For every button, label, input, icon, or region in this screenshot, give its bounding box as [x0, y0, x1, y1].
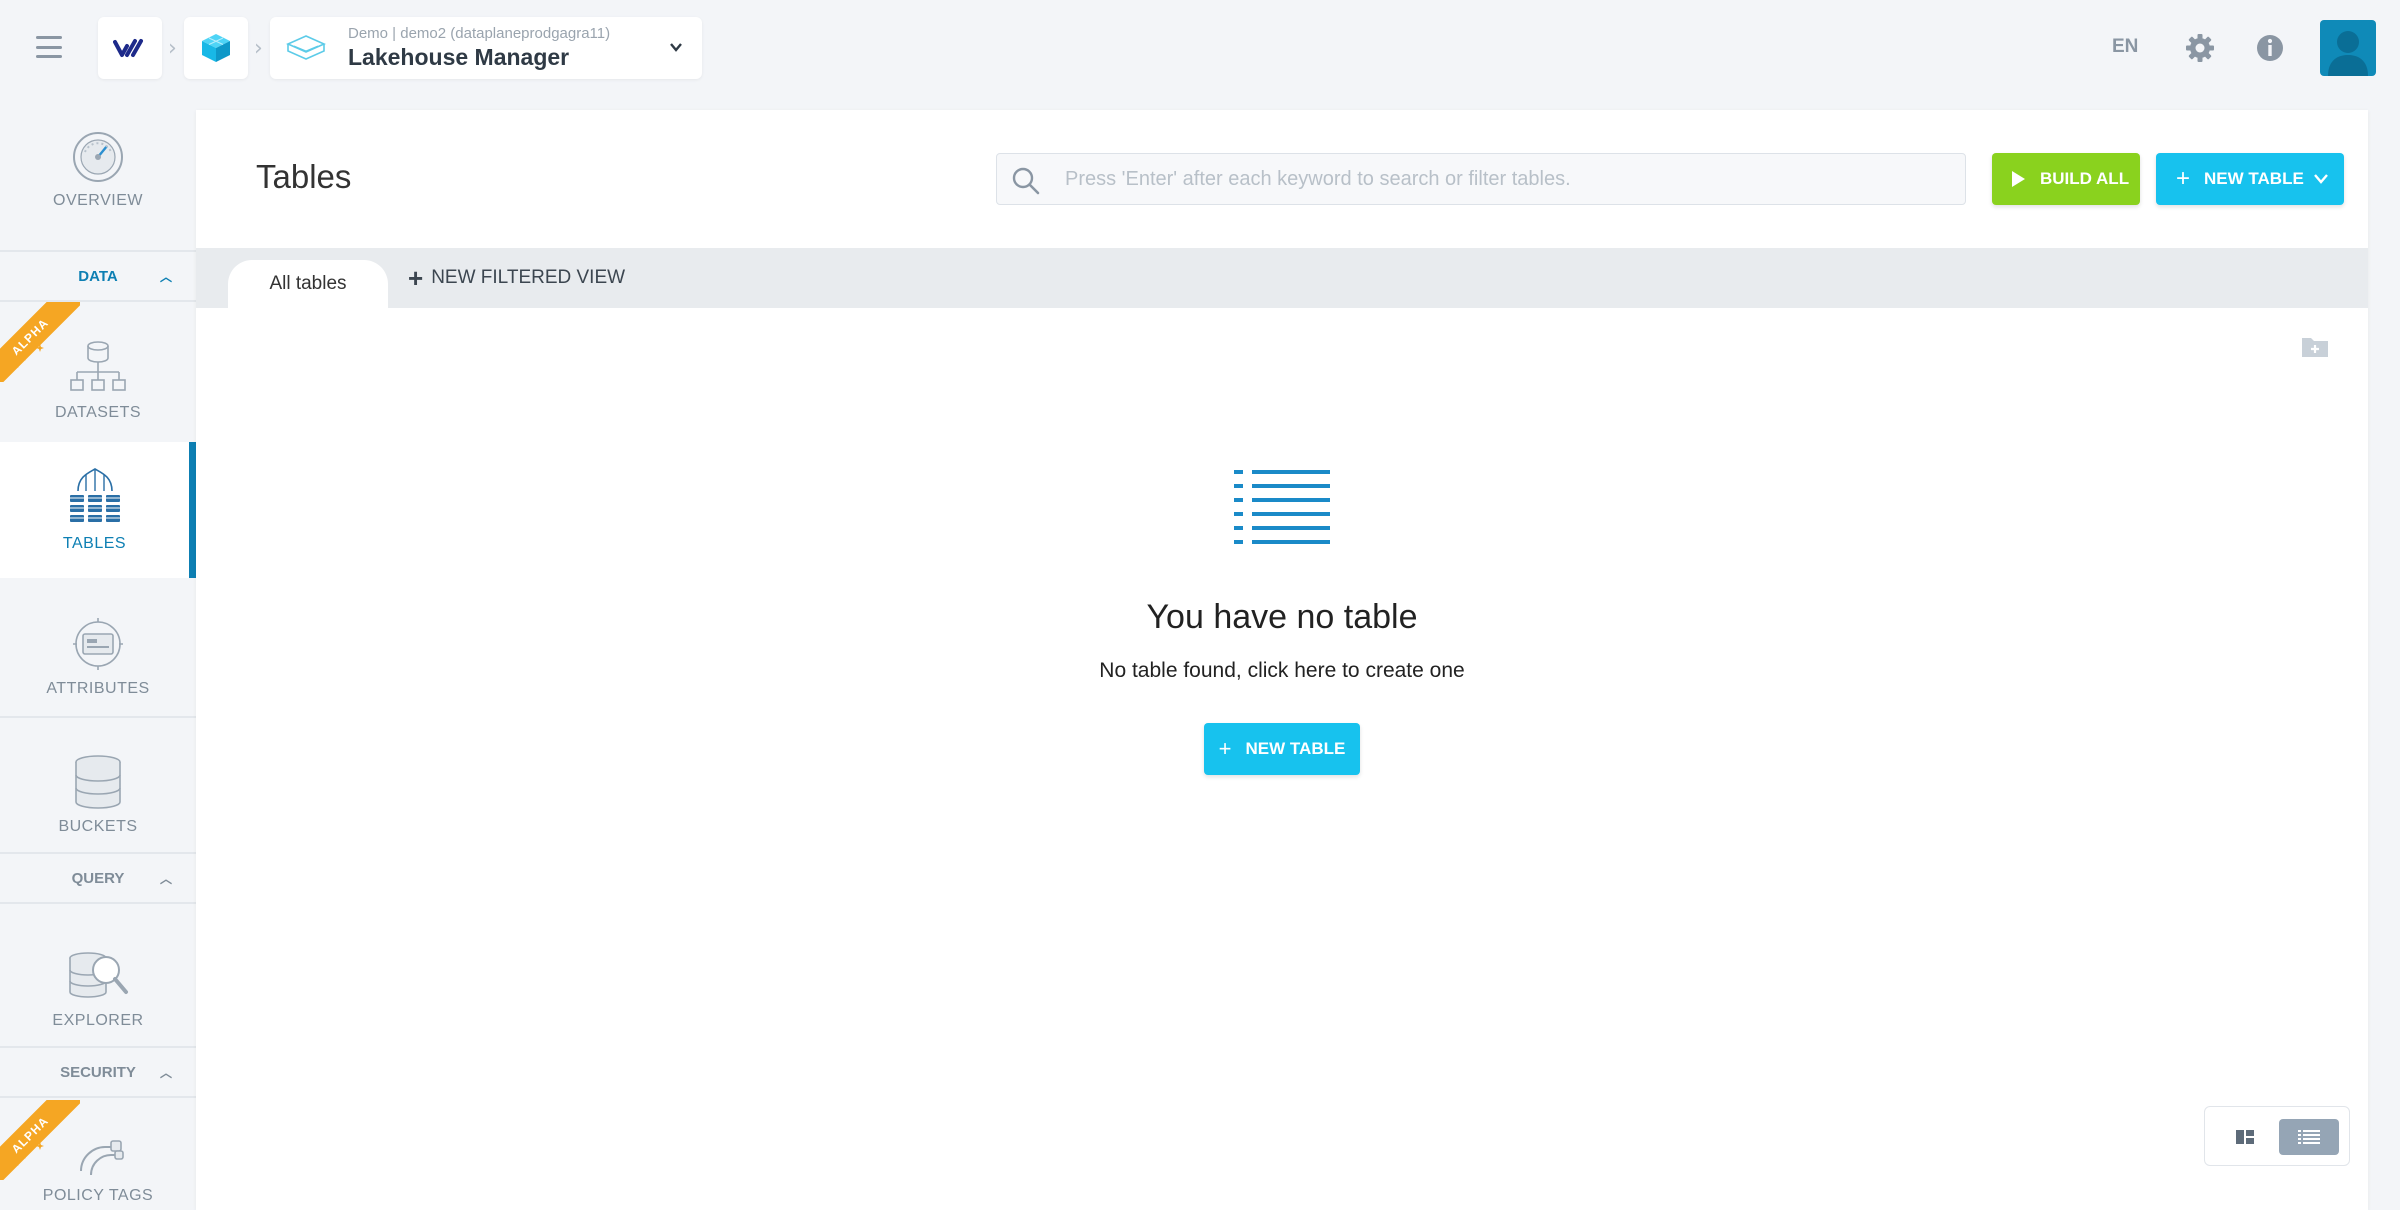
section-header-data[interactable]: DATA ︿	[0, 250, 196, 302]
app-context: Demo | demo2 (dataplaneprodgagra11)	[348, 25, 611, 42]
sidebar-item-buckets[interactable]: BUCKETS	[0, 738, 196, 852]
sidebar-item-explorer[interactable]: EXPLORER	[0, 930, 196, 1048]
alpha-badge: ALPHA	[0, 302, 80, 382]
breadcrumb-separator-icon: ›	[168, 36, 177, 61]
sidebar-item-label: EXPLORER	[52, 1012, 144, 1029]
search-input[interactable]	[1065, 154, 1945, 204]
grid-view-icon	[2236, 1130, 2254, 1144]
empty-state-title: You have no table	[1146, 598, 1418, 636]
chevron-down-icon[interactable]	[2312, 172, 2330, 186]
new-filtered-view-button[interactable]: + NEW FILTERED VIEW	[408, 248, 625, 308]
sidebar: OVERVIEW DATA ︿ DATASETS ALPHA TABLES AT…	[0, 110, 196, 1210]
user-avatar[interactable]	[2320, 20, 2376, 76]
new-folder-icon[interactable]	[2300, 334, 2330, 360]
language-selector[interactable]: EN	[2112, 36, 2138, 58]
view-tabs: All tables + NEW FILTERED VIEW	[196, 248, 2368, 308]
search-icon	[1012, 167, 1040, 195]
section-label: QUERY	[71, 869, 125, 887]
section-label: DATA	[78, 267, 118, 285]
sidebar-item-attributes[interactable]: ATTRIBUTES	[0, 600, 196, 714]
home-logo-button[interactable]	[98, 17, 162, 79]
section-header-security[interactable]: SECURITY ︿	[0, 1046, 196, 1098]
app-selector[interactable]: Demo | demo2 (dataplaneprodgagra11) Lake…	[270, 17, 702, 79]
build-all-button[interactable]: BUILD ALL	[1992, 153, 2140, 205]
new-table-dropdown-button[interactable]: + NEW TABLE	[2156, 153, 2344, 205]
sidebar-item-label: BUCKETS	[58, 818, 138, 835]
play-icon	[2012, 171, 2025, 187]
chevron-up-icon: ︿	[159, 1066, 172, 1080]
hamburger-menu-icon[interactable]	[36, 36, 62, 58]
main-panel: Tables BUILD ALL + NEW TABLE All tables …	[196, 110, 2368, 1210]
explorer-icon	[69, 952, 128, 998]
breadcrumb-separator-icon: ›	[254, 36, 263, 61]
new-filtered-view-label: NEW FILTERED VIEW	[431, 267, 626, 288]
tab-all-tables[interactable]: All tables	[228, 260, 388, 308]
brand-logo-icon	[113, 39, 143, 57]
new-table-label: NEW TABLE	[1245, 739, 1346, 758]
grid-view-button[interactable]	[2215, 1119, 2275, 1155]
workspace-button[interactable]	[184, 17, 248, 79]
settings-gear-icon[interactable]	[2184, 32, 2216, 64]
build-all-label: BUILD ALL	[2040, 169, 2130, 188]
sidebar-item-tables[interactable]: TABLES	[0, 442, 196, 578]
alpha-badge: ALPHA	[0, 1100, 80, 1180]
app-title: Lakehouse Manager	[348, 44, 570, 70]
tables-icon	[69, 468, 120, 522]
section-header-query[interactable]: QUERY ︿	[0, 852, 196, 904]
bucket-icon	[75, 755, 121, 809]
empty-state-subtitle[interactable]: No table found, click here to create one	[1099, 659, 1464, 683]
sidebar-item-label: ATTRIBUTES	[46, 680, 150, 697]
plus-icon: +	[2176, 165, 2191, 192]
new-table-label: NEW TABLE	[2204, 169, 2304, 188]
list-view-icon	[2298, 1130, 2320, 1144]
user-silhouette-icon	[2328, 31, 2368, 76]
chevron-down-icon[interactable]	[668, 39, 684, 55]
sidebar-item-overview[interactable]: OVERVIEW	[0, 130, 196, 240]
sidebar-item-label: POLICY TAGS	[42, 1187, 154, 1204]
chevron-up-icon: ︿	[159, 872, 172, 886]
attributes-icon	[73, 618, 123, 670]
sparkle-icon	[10, 336, 44, 368]
new-table-button[interactable]: + NEW TABLE	[1204, 723, 1360, 775]
view-mode-toggle	[2204, 1106, 2350, 1166]
plus-icon: +	[408, 262, 424, 293]
sidebar-item-label: OVERVIEW	[53, 192, 143, 209]
cube-icon	[202, 34, 230, 62]
top-bar: › › Demo | demo2 (dataplaneprodgagra11) …	[0, 0, 2400, 96]
search-box[interactable]	[996, 153, 1966, 205]
list-view-button[interactable]	[2279, 1119, 2339, 1155]
page-title: Tables	[256, 158, 352, 195]
plus-icon: +	[1218, 736, 1232, 761]
list-icon	[1234, 470, 1330, 544]
lakehouse-icon	[286, 35, 326, 60]
sidebar-item-label: TABLES	[62, 535, 127, 552]
divider	[0, 716, 196, 718]
gauge-icon	[73, 132, 123, 182]
section-label: SECURITY	[60, 1063, 136, 1081]
sparkle-icon	[10, 1134, 44, 1166]
info-icon[interactable]	[2254, 32, 2286, 64]
sidebar-item-label: DATASETS	[54, 404, 142, 421]
chevron-up-icon: ︿	[159, 270, 172, 284]
empty-state: You have no table No table found, click …	[196, 470, 2368, 775]
